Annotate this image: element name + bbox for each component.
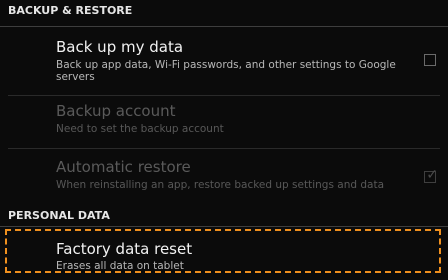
section-header-backup-restore: BACKUP & RESTORE	[8, 4, 133, 17]
check-mark-icon: ✓	[426, 167, 438, 183]
backup-account-title: Backup account	[56, 102, 176, 120]
backup-account-summary: Need to set the backup account	[56, 123, 224, 135]
highlight-outline	[5, 229, 441, 273]
backup-my-data-title: Back up my data	[56, 38, 184, 56]
backup-my-data-summary: Back up app data, Wi-Fi passwords, and o…	[56, 59, 396, 83]
automatic-restore-item[interactable]: Automatic restore When reinstalling an a…	[0, 149, 448, 204]
backup-my-data-item[interactable]: Back up my data Back up app data, Wi-Fi …	[0, 27, 448, 95]
backup-account-item[interactable]: Backup account Need to set the backup ac…	[0, 96, 448, 148]
backup-my-data-checkbox[interactable]	[424, 54, 436, 66]
section-header-personal-data: PERSONAL DATA	[8, 209, 110, 222]
automatic-restore-summary: When reinstalling an app, restore backed…	[56, 179, 384, 191]
automatic-restore-title: Automatic restore	[56, 158, 191, 176]
